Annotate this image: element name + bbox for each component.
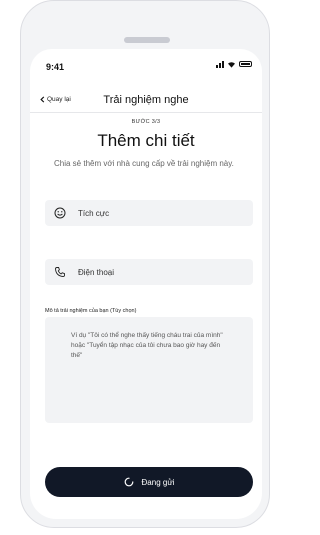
phone-icon	[54, 266, 66, 278]
option-phone-label: Điện thoại	[78, 267, 115, 277]
description-label: Mô tả trải nghiệm của bạn (Tùy chọn)	[45, 308, 137, 314]
description-placeholder: Ví dụ "Tôi có thể nghe thấy tiếng cháu t…	[71, 332, 223, 359]
app-screen: 9:41 Quay lại Trải nghiệm nghe BƯỚC 3/3 …	[30, 49, 262, 519]
page-title: Trải nghiệm nghe	[103, 94, 189, 106]
battery-icon	[239, 61, 252, 67]
status-icons	[216, 60, 252, 68]
submit-button[interactable]: Đang gửi	[45, 467, 253, 497]
phone-frame: 9:41 Quay lại Trải nghiệm nghe BƯỚC 3/3 …	[20, 0, 270, 528]
option-positive[interactable]: Tích cực	[45, 200, 253, 226]
wifi-icon	[228, 61, 235, 68]
section-heading: Thêm chi tiết	[97, 131, 195, 150]
loading-spinner-icon	[124, 477, 133, 487]
smiley-icon	[54, 207, 66, 219]
option-positive-label: Tích cực	[78, 208, 110, 218]
section-subtitle: Chia sẻ thêm với nhà cung cấp về trải ng…	[54, 159, 234, 168]
status-time: 9:41	[46, 62, 65, 72]
phone-speaker	[124, 37, 170, 43]
step-indicator: BƯỚC 3/3	[131, 119, 161, 125]
submit-label: Đang gửi	[141, 477, 175, 487]
header-divider	[30, 112, 262, 113]
description-textarea[interactable]: Ví dụ "Tôi có thể nghe thấy tiếng cháu t…	[45, 317, 253, 423]
signal-icon	[216, 60, 224, 68]
option-phone[interactable]: Điện thoại	[45, 259, 253, 285]
